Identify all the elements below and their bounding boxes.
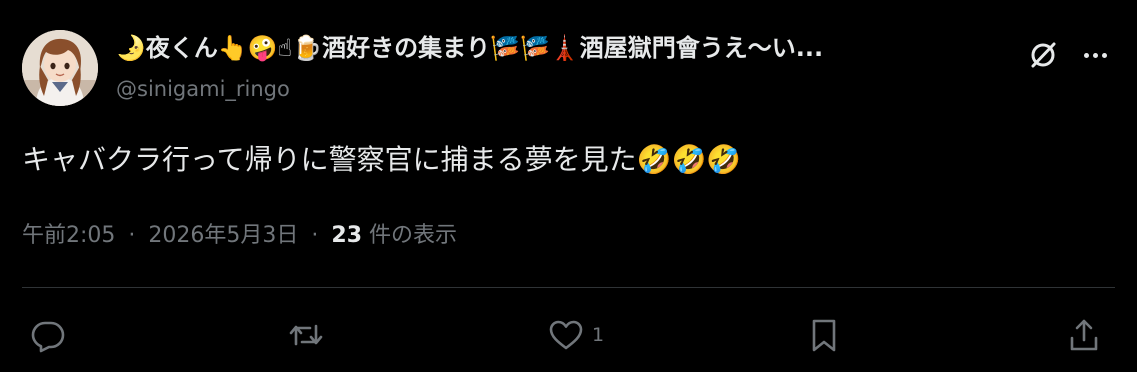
retweet-button[interactable] [288,315,332,355]
retweet-icon [289,324,323,346]
tweet: 🌛夜くん👆🤪☝🍺酒好きの集まり🎏🎏🗼酒屋獄門會うえ〜い... @sinigami… [0,0,1137,372]
like-count: 1 [592,324,605,346]
divider [22,287,1115,288]
reply-icon [31,321,65,353]
like-icon [549,320,583,350]
tweet-date[interactable]: 2026年5月3日 [148,223,298,248]
share-button[interactable] [1066,315,1102,355]
avatar-image [22,30,98,106]
like-button[interactable]: 1 [548,315,604,355]
share-icon [1070,319,1098,351]
author-handle[interactable]: @sinigami_ringo [116,74,290,104]
bookmark-icon [812,319,836,352]
tweet-time[interactable]: 午前2:05 [22,223,115,248]
meta-separator: · [311,223,319,248]
avatar[interactable] [22,30,98,106]
tweet-text: キャバクラ行って帰りに警察官に捕まる夢を見た🤣🤣🤣 [22,143,742,176]
views-count: 23 [331,223,363,248]
tweet-meta: 午前2:05 · 2026年5月3日 · 23 件の表示 [22,218,457,254]
meta-separator: · [128,223,136,248]
reply-button[interactable] [30,315,74,355]
bookmark-button[interactable] [806,315,842,355]
views-label: 件の表示 [369,223,458,248]
grok-icon[interactable] [1024,36,1062,74]
more-icon[interactable] [1076,36,1114,74]
author-display-name[interactable]: 🌛夜くん👆🤪☝🍺酒好きの集まり🎏🎏🗼酒屋獄門會うえ〜い... [116,28,1006,68]
